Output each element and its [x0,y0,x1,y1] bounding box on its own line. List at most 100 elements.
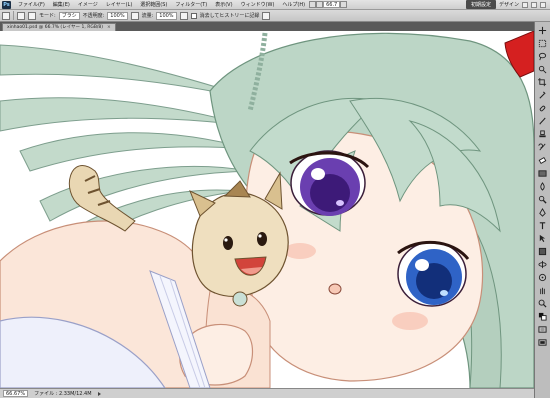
stamp-icon-glyph [539,130,546,138]
healing-icon[interactable] [537,103,548,114]
erase-to-history-checkbox[interactable] [190,12,197,19]
zoom-level-field[interactable]: 66.7 [323,1,341,8]
menu-view[interactable]: 表示(V) [211,1,236,8]
lasso-icon[interactable] [537,51,548,62]
quick-select-icon[interactable] [537,64,548,75]
eraser-icon[interactable] [537,155,548,166]
pen-icon-glyph [539,208,546,217]
path-select-icon-glyph [539,234,546,243]
type-icon-glyph [539,222,546,230]
minimize-button[interactable] [522,1,528,8]
anime-girl-artwork [0,31,534,388]
stamp-icon[interactable] [537,129,548,140]
opacity-label: 不透明度: [82,13,105,19]
hand-icon-glyph [540,287,545,295]
history-brush-icon[interactable] [537,142,548,153]
maximize-button[interactable] [531,1,537,8]
creature-bell [232,291,248,307]
menu-layer[interactable]: レイヤー(L) [102,1,137,8]
history-brush-icon-glyph [538,143,546,151]
flow-field[interactable]: 100% [156,11,177,20]
menu-select[interactable]: 選択範囲(S) [136,1,171,8]
arrange-docs-icon[interactable] [340,1,348,8]
opacity-field[interactable]: 100% [107,11,128,20]
left-blush [284,243,316,259]
menu-bar: Ps ファイル(F) 編集(E) イメージ レイヤー(L) 選択範囲(S) フィ… [0,0,550,10]
quick-select-icon-glyph [538,65,547,74]
brush-size-icon[interactable] [17,11,25,20]
eyedropper-icon[interactable] [537,90,548,101]
photoshop-logo: Ps [2,0,11,9]
shape-icon-glyph [538,247,547,256]
status-document-info: ファイル : 2.33M/12.4M [34,391,92,397]
3d-orbit-icon[interactable] [537,272,548,283]
mode-select[interactable]: ブラシ [58,11,80,20]
bridge-icon[interactable] [309,1,317,8]
brush-icon-glyph [539,117,546,125]
document-canvas[interactable] [0,31,534,388]
menu-help[interactable]: ヘルプ(H) [278,1,309,8]
status-menu-arrow-icon[interactable] [97,391,101,396]
3d-orbit-icon-glyph [538,273,547,282]
pen-icon[interactable] [537,207,548,218]
menu-window[interactable]: ウィンドウ(W) [237,1,279,8]
zoom-icon-glyph [538,299,547,308]
status-bar: 66.67% ファイル : 2.33M/12.4M [0,388,534,398]
brush-panel-icon[interactable] [28,11,36,20]
3d-rotate-icon-glyph [538,260,547,269]
document-tab[interactable]: xinhao01.psd @ 66.7% (レイヤー 1, RGB/8) × [2,23,116,31]
blur-icon-glyph [540,182,545,191]
dodge-icon-glyph [538,195,547,204]
menu-filter[interactable]: フィルター(T) [171,1,211,8]
path-select-icon[interactable] [537,233,548,244]
menu-file[interactable]: ファイル(F) [14,1,49,8]
status-zoom-field[interactable]: 66.67% [3,390,29,397]
close-tab-icon[interactable]: × [107,24,111,31]
color-swatch-icon[interactable] [537,311,548,322]
pressure-size-icon[interactable] [262,11,271,20]
brush-icon[interactable] [537,116,548,127]
right-blush [392,312,428,330]
gradient-icon[interactable] [537,168,548,179]
menu-image[interactable]: イメージ [74,1,102,8]
shape-icon[interactable] [537,246,548,257]
menu-edit[interactable]: 編集(E) [49,1,74,8]
quickmask-icon[interactable] [537,324,548,335]
quickmask-icon-glyph [538,326,547,333]
move-icon-glyph [538,26,547,35]
move-icon[interactable] [537,25,548,36]
tools-panel [534,22,550,398]
erase-to-history-label: 消去してヒストリーに記録 [199,13,260,19]
options-bar: モード: ブラシ 不透明度: 100% 流量: 100% 消去してヒストリーに記… [0,10,550,22]
close-window-button[interactable] [540,1,546,8]
eraser-icon-glyph [538,156,547,165]
healing-icon-glyph [539,105,546,112]
crop-icon-glyph [538,78,547,87]
workspace-design-label[interactable]: デザイン [499,1,519,8]
screen-mode-icon-glyph [538,339,547,346]
eyedropper-icon-glyph [539,91,546,99]
crop-icon[interactable] [537,77,548,88]
workspace-essentials-button[interactable]: 初期設定 [465,0,496,9]
flow-label: 流量: [141,13,154,19]
mode-label: モード: [39,13,56,19]
eraser-tool-preset-icon[interactable] [2,11,10,20]
zoom-icon[interactable] [537,298,548,309]
screen-mode-icon[interactable] [537,337,548,348]
document-title: xinhao01.psd @ 66.7% (レイヤー 1, RGB/8) [7,25,104,30]
lasso-icon-glyph [538,52,547,61]
dodge-icon[interactable] [537,194,548,205]
mouth [328,283,342,295]
gradient-icon-glyph [538,170,547,177]
divider [13,11,14,20]
minibridge-icon[interactable] [316,1,324,8]
marquee-icon-glyph [538,39,547,48]
color-swatch-icon-glyph [538,312,547,321]
marquee-icon[interactable] [537,38,548,49]
hand-icon[interactable] [537,285,548,296]
blur-icon[interactable] [537,181,548,192]
3d-rotate-icon[interactable] [537,259,548,270]
type-icon[interactable] [537,220,548,231]
airbrush-icon[interactable] [179,11,188,20]
pressure-opacity-icon[interactable] [130,11,139,20]
